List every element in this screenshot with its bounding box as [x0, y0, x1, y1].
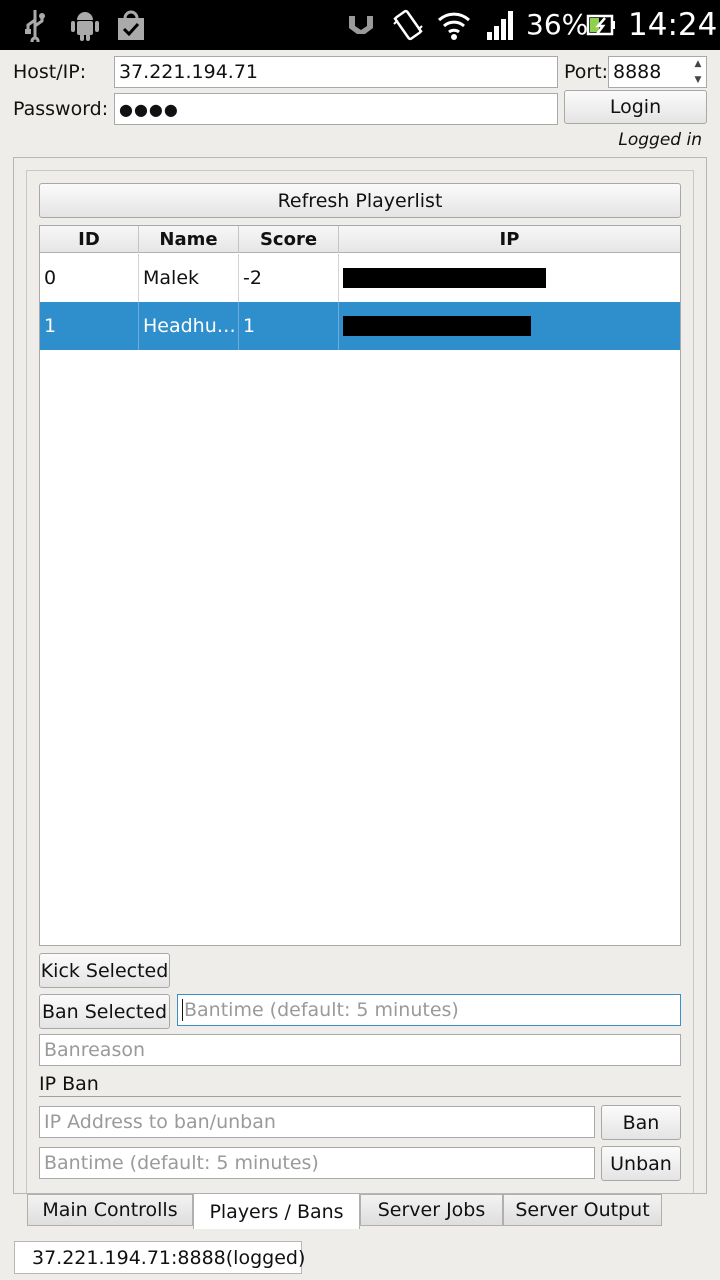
wifi-icon — [436, 8, 472, 42]
text-cursor — [182, 999, 183, 1021]
table-row-selected[interactable]: 1 Headhu… 1 — [40, 302, 680, 350]
refresh-playerlist-button[interactable]: Refresh Playerlist — [39, 183, 681, 218]
redaction-bar — [343, 316, 531, 336]
bantime-input[interactable]: Bantime (default: 5 minutes) — [177, 994, 681, 1026]
table-row[interactable]: 0 Malek -2 — [40, 254, 680, 302]
section-divider — [39, 1096, 681, 1097]
column-header-score[interactable]: Score — [239, 226, 339, 253]
vibrate-icon — [390, 8, 426, 42]
cell-id: 0 — [40, 254, 139, 302]
cell-score: 1 — [239, 302, 339, 350]
login-status: Logged in — [618, 130, 702, 150]
port-stepper[interactable]: ▲ ▼ — [689, 56, 707, 88]
bantime-placeholder: Bantime (default: 5 minutes) — [184, 999, 459, 1021]
port-label: Port: — [564, 61, 609, 83]
password-input[interactable]: ●●●● — [114, 93, 558, 125]
column-header-name[interactable]: Name — [139, 226, 239, 253]
player-table[interactable]: ID Name Score IP 0 Malek -2 1 Headhu… 1 — [39, 225, 681, 946]
clock: 14:24 — [628, 7, 718, 43]
ban-selected-button[interactable]: Ban Selected — [39, 994, 170, 1029]
login-button[interactable]: Login — [564, 90, 707, 124]
tab-server-output[interactable]: Server Output — [503, 1194, 662, 1226]
spin-up-icon[interactable]: ▲ — [695, 59, 702, 69]
ip-ban-section-label: IP Ban — [39, 1073, 99, 1095]
cell-id: 1 — [40, 302, 139, 350]
unban-button[interactable]: Unban — [601, 1146, 681, 1181]
host-label: Host/IP: — [13, 61, 87, 83]
column-header-id[interactable]: ID — [40, 226, 139, 253]
password-label: Password: — [13, 98, 109, 120]
usb-icon — [20, 8, 50, 42]
table-header: ID Name Score IP — [40, 226, 680, 253]
ip-ban-button[interactable]: Ban — [601, 1105, 681, 1140]
signal-icon — [483, 8, 519, 42]
ip-address-input[interactable]: IP Address to ban/unban — [39, 1106, 595, 1138]
battery-percent: 36% — [526, 8, 589, 41]
spin-down-icon[interactable]: ▼ — [695, 75, 702, 85]
shopping-bag-icon — [114, 8, 148, 42]
android-status-bar: 36% 14:24 — [0, 0, 720, 50]
column-header-ip[interactable]: IP — [339, 226, 680, 253]
redaction-bar — [343, 268, 546, 288]
cell-ip — [339, 302, 680, 350]
tab-main-controlls[interactable]: Main Controlls — [27, 1194, 193, 1226]
connection-status-bar: 37.221.194.71:8888(logged) — [14, 1241, 305, 1274]
banreason-input[interactable]: Banreason — [39, 1034, 681, 1066]
tab-server-jobs[interactable]: Server Jobs — [360, 1194, 503, 1226]
kick-selected-button[interactable]: Kick Selected — [39, 953, 170, 988]
nfc-icon — [344, 8, 378, 42]
host-input[interactable]: 37.221.194.71 — [114, 56, 558, 88]
cell-ip — [339, 254, 680, 302]
android-debug-icon — [68, 8, 102, 42]
cell-name: Malek — [139, 254, 239, 302]
cell-name: Headhu… — [139, 302, 239, 350]
cell-score: -2 — [239, 254, 339, 302]
tab-players-bans[interactable]: Players / Bans — [193, 1193, 360, 1229]
battery-charging-icon — [584, 8, 618, 42]
ip-bantime-input[interactable]: Bantime (default: 5 minutes) — [39, 1147, 595, 1179]
